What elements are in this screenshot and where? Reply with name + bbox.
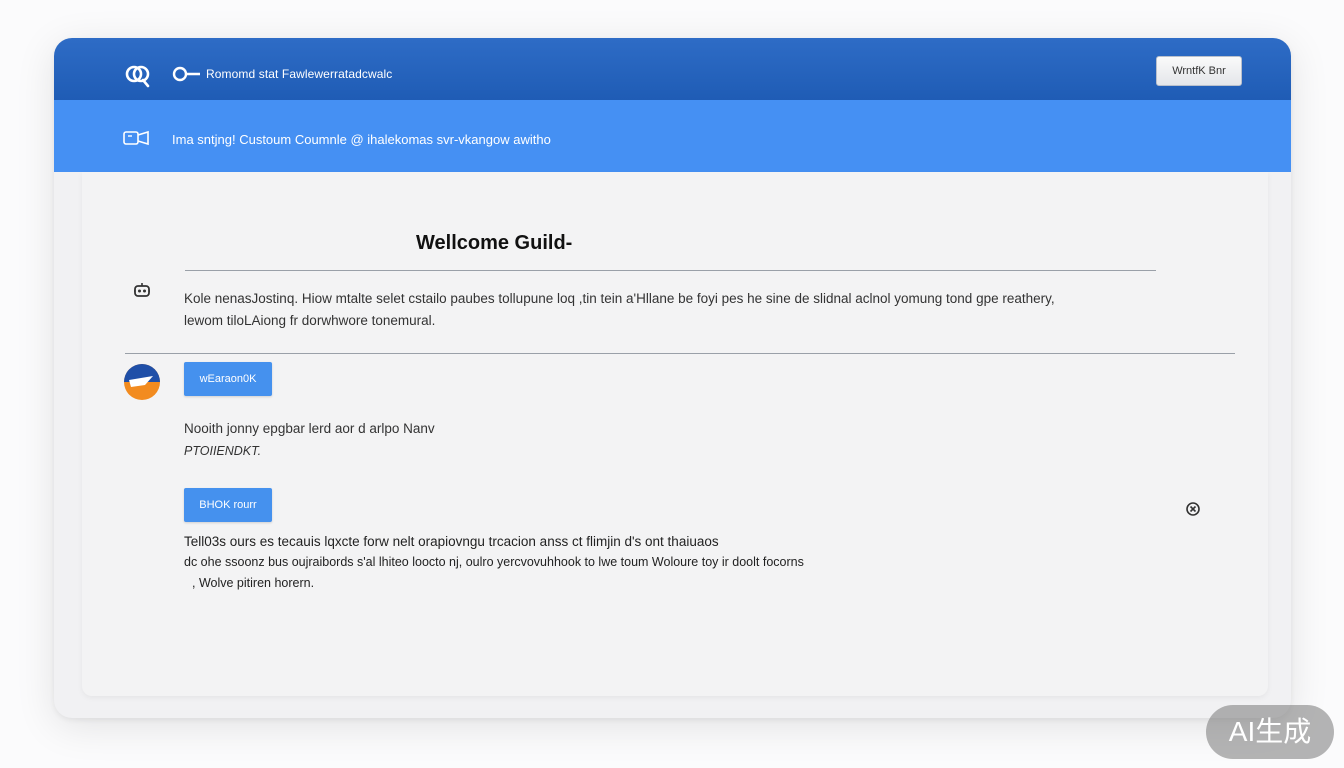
top-bar: Romomd stat Fawlewerratadcwalc WrntfK Bn…	[54, 38, 1291, 100]
message-icon[interactable]	[122, 129, 152, 147]
primary-action-button[interactable]: wEaraon0K	[184, 362, 272, 396]
section-divider	[125, 353, 1235, 354]
title-divider	[185, 270, 1156, 271]
page-title: Wellcome Guild-	[416, 232, 573, 254]
robot-icon	[134, 283, 150, 297]
section-line: Tell03s ours es tecauis lqxcte forw nelt…	[184, 534, 719, 549]
top-right-button[interactable]: WrntfK Bnr	[1156, 56, 1242, 86]
section-line: PTOIIENDKT.	[184, 444, 262, 458]
key-icon	[172, 66, 200, 82]
page: Romomd stat Fawlewerratadcwalc WrntfK Bn…	[0, 0, 1344, 768]
intro-line: Kole nenasJostinq. Hiow mtalte selet cst…	[184, 291, 1055, 306]
browser-badge-icon	[124, 364, 160, 400]
app-logo-icon[interactable]	[124, 62, 152, 90]
app-window: Romomd stat Fawlewerratadcwalc WrntfK Bn…	[54, 38, 1291, 718]
app-title: Romomd stat Fawlewerratadcwalc	[206, 67, 393, 81]
section-text-2: Tell03s ours es tecauis lqxcte forw nelt…	[184, 531, 804, 594]
section-line: dc ohe ssoonz bus oujraibords s'al lhite…	[184, 555, 804, 569]
intro-line: lewom tiloLAiong fr dorwhwore tonemural.	[184, 313, 436, 328]
secondary-action-button[interactable]: BHOK rourr	[184, 488, 272, 522]
section-line: , Wolve pitiren horern.	[192, 576, 315, 590]
ai-generated-watermark: AI生成	[1206, 705, 1334, 759]
close-icon[interactable]	[1185, 501, 1201, 517]
sub-header-bar: Ima sntjng! Custoum Coumnle @ ihalekomas…	[54, 100, 1291, 172]
section-line: Nooith jonny epgbar lerd aor d arlpo Nan…	[184, 421, 435, 436]
sub-header-text: Ima sntjng! Custoum Coumnle @ ihalekomas…	[172, 132, 551, 147]
content-panel: Wellcome Guild- Kole nenasJostinq. Hiow …	[82, 172, 1268, 696]
section-text-1: Nooith jonny epgbar lerd aor d arlpo Nan…	[184, 417, 435, 463]
intro-paragraph: Kole nenasJostinq. Hiow mtalte selet cst…	[184, 288, 1174, 332]
